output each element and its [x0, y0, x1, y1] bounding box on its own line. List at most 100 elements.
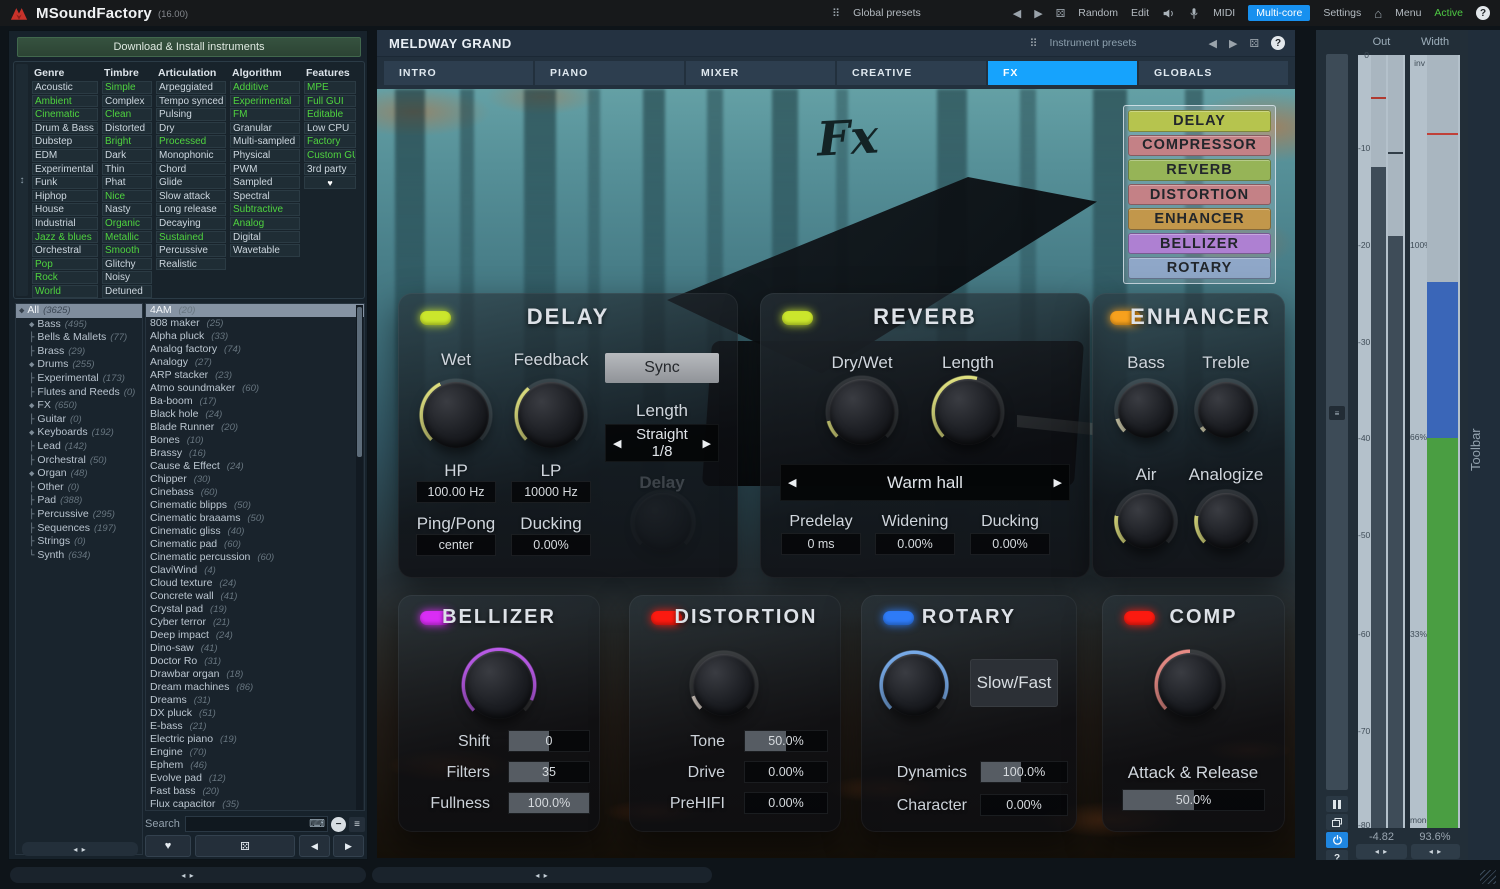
tree-item[interactable]: ├Flutes and Reeds(0) — [16, 386, 142, 400]
filter-tag[interactable]: Processed — [156, 135, 226, 148]
fx-chain-module-button[interactable]: DISTORTION — [1128, 184, 1271, 206]
preset-item[interactable]: Cinebass (60) — [146, 486, 364, 499]
global-presets-button[interactable]: Global presets — [853, 7, 921, 19]
distortion-knob[interactable] — [693, 654, 755, 716]
download-install-button[interactable]: Download & Install instruments — [17, 37, 361, 57]
reverb-preset-selector[interactable]: ◀ Warm hall ▶ — [780, 464, 1070, 501]
filter-tag[interactable]: Digital — [230, 231, 300, 244]
bellizer-knob[interactable] — [465, 651, 533, 719]
delay-length-selector[interactable]: ◀ Straight1/8 ▶ — [605, 424, 719, 462]
out-meter[interactable]: 0-10-20-30-40-50-60-70-80 — [1358, 55, 1405, 828]
fx-chain-module-button[interactable]: REVERB — [1128, 159, 1271, 181]
preset-item[interactable]: DX pluck (51) — [146, 707, 364, 720]
air-knob[interactable] — [1118, 493, 1174, 549]
preset-item[interactable]: Blade Runner (20) — [146, 421, 364, 434]
filter-tag[interactable]: PWM — [230, 163, 300, 176]
next-length-icon[interactable]: ▶ — [696, 437, 718, 450]
fx-chain-module-button[interactable]: DELAY — [1128, 110, 1271, 132]
filter-tag[interactable]: Orchestral — [32, 244, 98, 257]
preset-item[interactable]: Flux capacitor (35) — [146, 798, 364, 811]
preset-item[interactable]: Cinematic blipps (50) — [146, 499, 364, 512]
filter-tag[interactable]: Glitchy — [102, 258, 152, 271]
preset-item[interactable]: Concrete wall (41) — [146, 590, 364, 603]
filter-resize-handle[interactable]: ↕ — [16, 64, 28, 296]
filter-tag[interactable]: Clean — [102, 108, 152, 121]
preset-item[interactable]: Drawbar organ (18) — [146, 668, 364, 681]
width-meter-collapse-handle[interactable]: ◂ ▸ — [1411, 844, 1460, 859]
filter-tag[interactable]: Slow attack — [156, 190, 226, 203]
filter-tag[interactable]: Low CPU — [304, 122, 356, 135]
filter-tag[interactable]: Bright — [102, 135, 152, 148]
filter-tag[interactable]: Metallic — [102, 231, 152, 244]
tree-item[interactable]: ├Experimental(173) — [16, 372, 142, 386]
preset-item[interactable]: Dream machines (86) — [146, 681, 364, 694]
filter-tag[interactable]: Spectral — [230, 190, 300, 203]
filter-tag[interactable]: Custom GUI — [304, 149, 356, 162]
wet-knob[interactable] — [423, 382, 489, 448]
preset-item[interactable]: Fast bass (20) — [146, 785, 364, 798]
next-reverb-preset-icon[interactable]: ▶ — [1047, 476, 1069, 489]
preset-item[interactable]: Brassy (16) — [146, 447, 364, 460]
filter-tag[interactable]: Industrial — [32, 217, 98, 230]
search-input[interactable] — [185, 816, 328, 832]
instrument-presets-button[interactable]: Instrument presets — [1050, 37, 1137, 49]
filter-tag[interactable]: Multi-sampled — [230, 135, 300, 148]
parameter-value[interactable]: 0 — [508, 730, 590, 752]
parameter-value[interactable]: 0.00% — [744, 792, 828, 814]
filter-tag[interactable]: Tempo synced — [156, 95, 226, 108]
random-dice-icon[interactable]: ⚄ — [1056, 7, 1066, 20]
width-meter[interactable]: inv100%66%33%mono — [1410, 55, 1460, 828]
keyboard-icon[interactable]: ⌨ — [309, 817, 325, 830]
filter-tag[interactable]: Subtractive — [230, 203, 300, 216]
filter-tag[interactable]: Nice — [102, 190, 152, 203]
filter-tag[interactable]: Detuned — [102, 285, 152, 298]
pingpong-value[interactable]: center — [416, 534, 496, 556]
preset-item[interactable]: Analogy (27) — [146, 356, 364, 369]
filter-tag[interactable]: Funk — [32, 176, 98, 189]
tree-collapse-handle[interactable]: ◂ ▸ — [22, 842, 138, 856]
random-button[interactable]: Random — [1078, 7, 1118, 19]
tree-item[interactable]: ├Other(0) — [16, 481, 142, 495]
rotary-knob[interactable] — [883, 654, 945, 716]
filter-tag[interactable]: Additive — [230, 81, 300, 94]
filter-tag[interactable]: Pulsing — [156, 108, 226, 121]
attack-release-value[interactable]: 50.0% — [1122, 789, 1265, 811]
tree-item[interactable]: ├Bells & Mallets(77) — [16, 331, 142, 345]
home-icon[interactable]: ⌂ — [1374, 6, 1382, 21]
slow-fast-button[interactable]: Slow/Fast — [970, 659, 1058, 707]
filter-tag[interactable]: Complex — [102, 95, 152, 108]
speaker-icon[interactable] — [1162, 7, 1175, 20]
preset-item[interactable]: Ba-boom (17) — [146, 395, 364, 408]
page-tab[interactable]: INTRO — [384, 61, 533, 85]
sidebar-collapse-handle[interactable]: ◂ ▸ — [10, 867, 366, 883]
tree-item[interactable]: ├Lead(142) — [16, 440, 142, 454]
preset-item[interactable]: Chipper (30) — [146, 473, 364, 486]
favorite-button[interactable]: ♥ — [145, 835, 191, 857]
filter-tag[interactable]: Jazz & blues — [32, 231, 98, 244]
preset-item[interactable]: Bones (10) — [146, 434, 364, 447]
preset-item[interactable]: ClaviWind (4) — [146, 564, 364, 577]
scrollbar-grip-icon[interactable]: ≡ — [1329, 406, 1345, 420]
preset-item[interactable]: Engine (70) — [146, 746, 364, 759]
filter-tag[interactable]: Nasty — [102, 203, 152, 216]
preset-item[interactable]: Dreams (31) — [146, 694, 364, 707]
help-button[interactable]: ? — [1476, 6, 1490, 20]
preset-item[interactable]: Cinematic braaams (50) — [146, 512, 364, 525]
parameter-value[interactable]: 50.0% — [744, 730, 828, 752]
preset-item[interactable]: Cloud texture (24) — [146, 577, 364, 590]
filter-tag[interactable]: Noisy — [102, 271, 152, 284]
lp-value[interactable]: 10000 Hz — [511, 481, 591, 503]
filter-tag[interactable]: Dark — [102, 149, 152, 162]
filter-tag[interactable]: Arpeggiated — [156, 81, 226, 94]
filter-tag[interactable]: Acoustic — [32, 81, 98, 94]
tree-item[interactable]: ◆Drums(255) — [16, 358, 142, 372]
reverb-ducking-value[interactable]: 0.00% — [970, 533, 1050, 555]
page-tab[interactable]: PIANO — [535, 61, 684, 85]
parameter-value[interactable]: 35 — [508, 761, 590, 783]
parameter-value[interactable]: 100.0% — [508, 792, 590, 814]
preset-item[interactable]: Analog factory (74) — [146, 343, 364, 356]
tree-item[interactable]: ├Percussive(295) — [16, 508, 142, 522]
filter-tag[interactable]: Monophonic — [156, 149, 226, 162]
pause-meters-button[interactable] — [1326, 796, 1348, 812]
analogize-knob[interactable] — [1198, 493, 1254, 549]
